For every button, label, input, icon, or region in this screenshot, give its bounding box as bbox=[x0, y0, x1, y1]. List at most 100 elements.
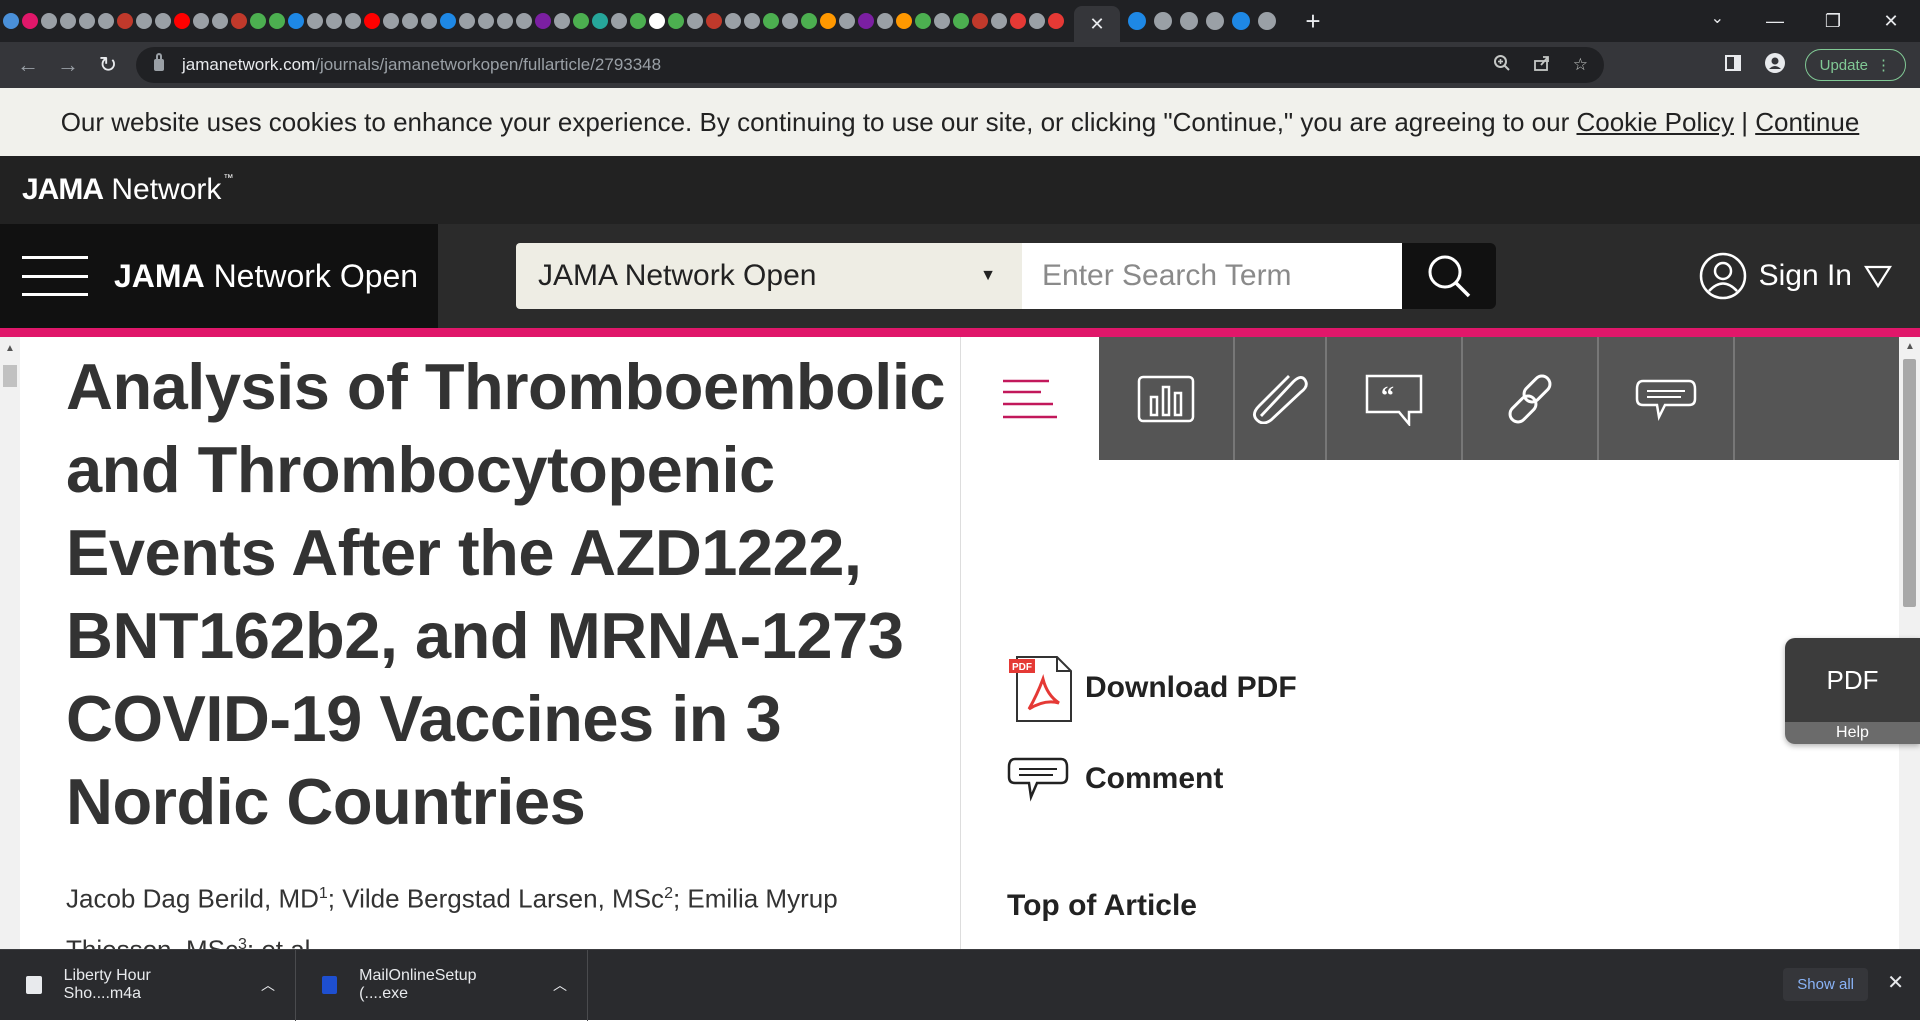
tab-favicon[interactable] bbox=[573, 13, 589, 29]
close-downloads-icon[interactable]: ✕ bbox=[1887, 970, 1904, 995]
scroll-up-icon[interactable]: ▲ bbox=[5, 343, 15, 354]
tab-favicon[interactable] bbox=[459, 13, 475, 29]
tab-favicon[interactable] bbox=[896, 13, 912, 29]
cookie-continue-link[interactable]: Continue bbox=[1755, 107, 1859, 138]
jama-network-logo[interactable]: JAMA Network ™ bbox=[22, 173, 233, 207]
tab-favicon[interactable] bbox=[991, 13, 1007, 29]
close-tab-icon[interactable]: ✕ bbox=[1089, 14, 1104, 35]
minimize-icon[interactable]: — bbox=[1746, 11, 1804, 32]
figures-tab[interactable] bbox=[1099, 337, 1235, 460]
cite-tab[interactable]: “ bbox=[1327, 337, 1463, 460]
tab-favicon[interactable] bbox=[497, 13, 513, 29]
tab-favicon[interactable] bbox=[79, 13, 95, 29]
tab-favicon[interactable] bbox=[687, 13, 703, 29]
tab-search-icon[interactable]: ⌄ bbox=[1711, 8, 1724, 28]
tab-favicon[interactable] bbox=[972, 13, 988, 29]
tab-favicon[interactable] bbox=[193, 13, 209, 29]
search-input[interactable] bbox=[1022, 243, 1402, 309]
tab-favicon[interactable] bbox=[725, 13, 741, 29]
author-affiliation[interactable]: 1 bbox=[319, 885, 328, 902]
scrollbar-thumb[interactable] bbox=[3, 365, 17, 387]
tab-favicon[interactable] bbox=[839, 13, 855, 29]
pdf-help-widget[interactable]: PDF Help bbox=[1785, 638, 1920, 744]
tab-favicon[interactable] bbox=[820, 13, 836, 29]
cookie-policy-link[interactable]: Cookie Policy bbox=[1576, 107, 1734, 138]
tab-favicon[interactable] bbox=[934, 13, 950, 29]
journal-name[interactable]: JAMA Network Open bbox=[114, 258, 418, 295]
tab-favicon[interactable] bbox=[174, 13, 190, 29]
search-scope-select[interactable]: JAMA Network Open ▼ bbox=[516, 243, 1022, 309]
tab-favicon[interactable] bbox=[877, 13, 893, 29]
tab-favicon[interactable] bbox=[801, 13, 817, 29]
more-menu-icon[interactable]: ⋮ bbox=[1876, 56, 1891, 74]
address-bar[interactable]: jamanetwork.com/journals/jamanetworkopen… bbox=[136, 47, 1604, 83]
tab-favicon[interactable] bbox=[1232, 12, 1250, 30]
tab-favicon[interactable] bbox=[611, 13, 627, 29]
help-widget-label[interactable]: Help bbox=[1785, 722, 1920, 744]
tab-favicon[interactable] bbox=[478, 13, 494, 29]
top-of-article-link[interactable]: Top of Article bbox=[1007, 889, 1197, 923]
author-name[interactable]: Vilde Bergstad Larsen, MSc bbox=[342, 884, 664, 914]
supplemental-tab[interactable] bbox=[1235, 337, 1327, 460]
author-affiliation[interactable]: 3 bbox=[238, 936, 247, 949]
tab-favicon[interactable] bbox=[307, 13, 323, 29]
tab-favicon[interactable] bbox=[326, 13, 342, 29]
tab-favicon[interactable] bbox=[383, 13, 399, 29]
bookmark-star-icon[interactable]: ☆ bbox=[1573, 55, 1588, 75]
back-icon[interactable]: ← bbox=[8, 52, 48, 78]
download-pdf-button[interactable]: PDF Download PDF bbox=[1007, 651, 1297, 725]
tab-favicon[interactable] bbox=[953, 13, 969, 29]
sign-in-button[interactable]: Sign In bbox=[1699, 252, 1892, 300]
scrollbar-thumb[interactable] bbox=[1903, 359, 1916, 607]
tab-favicon[interactable] bbox=[22, 13, 38, 29]
tab-favicon[interactable] bbox=[288, 13, 304, 29]
close-window-icon[interactable]: ✕ bbox=[1862, 11, 1920, 32]
lock-icon[interactable] bbox=[154, 53, 164, 71]
tab-favicon[interactable] bbox=[250, 13, 266, 29]
side-panel-icon[interactable] bbox=[1721, 54, 1745, 77]
tab-favicon[interactable] bbox=[117, 13, 133, 29]
reload-icon[interactable]: ↻ bbox=[88, 52, 128, 78]
tab-favicon[interactable] bbox=[98, 13, 114, 29]
comment-button[interactable]: Comment bbox=[1007, 755, 1297, 803]
outline-tab[interactable] bbox=[961, 337, 1099, 460]
tab-favicon[interactable] bbox=[41, 13, 57, 29]
tab-favicon[interactable] bbox=[60, 13, 76, 29]
new-tab-button[interactable]: + bbox=[1298, 6, 1328, 37]
tab-favicon[interactable] bbox=[402, 13, 418, 29]
download-item[interactable]: Liberty Hour Sho....m4a ︿ bbox=[0, 949, 296, 1021]
scroll-up-icon[interactable]: ▲ bbox=[1905, 341, 1915, 352]
tab-favicon[interactable] bbox=[1048, 13, 1064, 29]
chevron-up-icon[interactable]: ︿ bbox=[553, 975, 567, 995]
tab-favicon[interactable] bbox=[668, 13, 684, 29]
profile-icon[interactable] bbox=[1763, 52, 1787, 78]
tab-favicon[interactable] bbox=[1029, 13, 1045, 29]
show-all-downloads-button[interactable]: Show all bbox=[1783, 968, 1868, 1001]
update-button[interactable]: Update ⋮ bbox=[1804, 49, 1906, 81]
pdf-widget-label[interactable]: PDF bbox=[1785, 638, 1920, 722]
tab-favicon[interactable] bbox=[554, 13, 570, 29]
tab-favicon[interactable] bbox=[212, 13, 228, 29]
tab-favicon[interactable] bbox=[592, 13, 608, 29]
restore-icon[interactable]: ❐ bbox=[1804, 11, 1862, 32]
tab-favicon[interactable] bbox=[1010, 13, 1026, 29]
tab-favicon[interactable] bbox=[516, 13, 532, 29]
search-button[interactable] bbox=[1402, 243, 1496, 309]
forward-icon[interactable]: → bbox=[48, 52, 88, 78]
chevron-up-icon[interactable]: ︿ bbox=[261, 975, 275, 995]
tab-favicon[interactable] bbox=[535, 13, 551, 29]
tab-favicon[interactable] bbox=[345, 13, 361, 29]
download-item[interactable]: MailOnlineSetup (....exe ︿ bbox=[296, 949, 588, 1021]
tab-favicon[interactable] bbox=[155, 13, 171, 29]
tab-favicon[interactable] bbox=[858, 13, 874, 29]
tab-favicon[interactable] bbox=[1180, 12, 1198, 30]
tab-favicon[interactable] bbox=[1154, 12, 1172, 30]
tab-favicon[interactable] bbox=[744, 13, 760, 29]
et-al-link[interactable]: et al bbox=[261, 934, 310, 949]
comments-tab[interactable] bbox=[1599, 337, 1735, 460]
tab-favicon[interactable] bbox=[649, 13, 665, 29]
share-icon[interactable] bbox=[1533, 54, 1551, 77]
tab-favicon[interactable] bbox=[440, 13, 456, 29]
author-affiliation[interactable]: 2 bbox=[664, 885, 673, 902]
tab-favicon[interactable] bbox=[1206, 12, 1224, 30]
